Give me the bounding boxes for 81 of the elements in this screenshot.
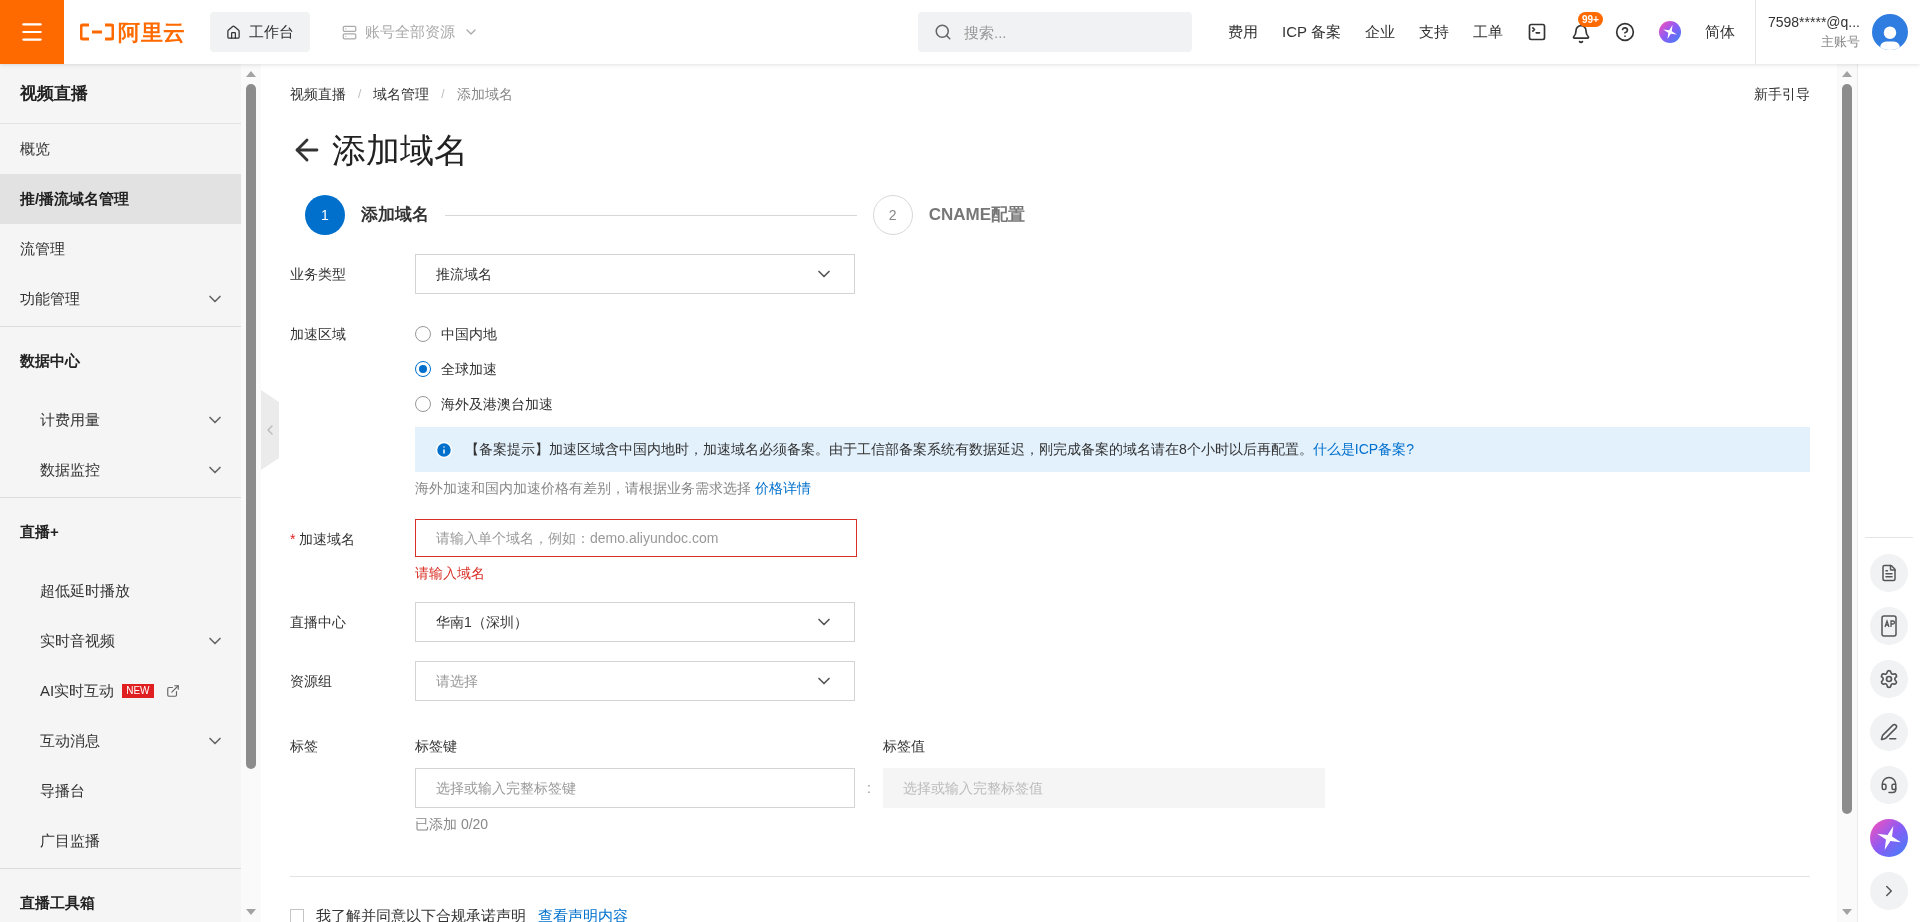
sidebar-item[interactable]: 超低延时播放 bbox=[0, 566, 241, 616]
scrollbar[interactable] bbox=[241, 64, 261, 922]
nav-link[interactable]: 企业 bbox=[1352, 20, 1407, 44]
notice-text: 【备案提示】加速区域含中国内地时，加速域名必须备案。由于工信部备案系统有数据延迟，刚完成备案的域名请在8个小时以后再配置。什么是ICP备案? bbox=[465, 440, 1414, 459]
sidebar-section-heading: 直播工具箱 bbox=[19, 892, 96, 913]
new-badge: NEW bbox=[122, 684, 154, 698]
field-label: 业务类型 bbox=[290, 264, 346, 284]
radio-option[interactable]: 中国内地 bbox=[415, 324, 497, 344]
step-label: CNAME配置 bbox=[928, 204, 1025, 227]
notification-bell-icon[interactable] bbox=[1570, 24, 1591, 44]
field-label: 直播中心 bbox=[290, 612, 346, 632]
scrollbar[interactable] bbox=[1837, 64, 1857, 922]
breadcrumb-link[interactable]: 域名管理 bbox=[373, 83, 430, 105]
breadcrumb-separator: / bbox=[441, 86, 445, 103]
breadcrumb-link[interactable]: 视频直播 bbox=[290, 83, 346, 105]
notification-badge: 99+ bbox=[1577, 12, 1603, 27]
page-title: 添加域名 bbox=[332, 129, 468, 171]
tag-count: 已添加 0/20 bbox=[415, 815, 490, 834]
ai-assistant-button-icon[interactable] bbox=[1870, 819, 1908, 857]
home-icon bbox=[225, 24, 241, 40]
logo-icon bbox=[80, 23, 114, 41]
sidebar-item[interactable]: 导播台 bbox=[0, 766, 241, 816]
breadcrumb-separator: / bbox=[358, 86, 362, 103]
search-icon bbox=[934, 23, 953, 41]
nav-link[interactable]: ICP 备案 bbox=[1270, 20, 1353, 44]
menu-button[interactable] bbox=[0, 0, 64, 64]
language-link[interactable]: 简体 bbox=[1692, 20, 1747, 44]
guide-link[interactable]: 新手引导 bbox=[1754, 83, 1810, 105]
radio-option[interactable]: 全球加速 bbox=[415, 359, 497, 379]
tag-key-header: 标签键 bbox=[415, 737, 458, 756]
sidebar-item[interactable]: 互动消息 bbox=[0, 716, 241, 766]
document-icon[interactable] bbox=[1880, 564, 1898, 582]
info-icon bbox=[435, 440, 453, 459]
sidebar-item[interactable]: 计费用量 bbox=[0, 395, 241, 445]
headset-icon[interactable] bbox=[1880, 776, 1898, 794]
sidebar-section-heading: 直播+ bbox=[19, 521, 60, 542]
field-label: 加速区域 bbox=[290, 324, 346, 344]
sidebar-item[interactable]: AI实时互动 NEW bbox=[0, 666, 241, 716]
agreement-checkbox[interactable] bbox=[290, 909, 304, 922]
tag-value-header: 标签值 bbox=[882, 737, 926, 756]
error-message: 请输入域名 bbox=[415, 564, 486, 583]
server-icon bbox=[341, 24, 357, 40]
search-field[interactable]: 搜索... bbox=[918, 12, 1193, 52]
sidebar-item[interactable]: 广目监播 bbox=[0, 816, 241, 866]
sidebar-item[interactable]: 功能管理 bbox=[0, 274, 241, 324]
step-number: 2 bbox=[872, 195, 913, 235]
workbench-button[interactable]: 工作台 bbox=[209, 12, 310, 52]
required-mark: * bbox=[290, 529, 296, 549]
settings-icon[interactable] bbox=[1879, 669, 1899, 689]
sidebar-item[interactable]: 概览 bbox=[0, 124, 241, 174]
account-name[interactable]: 7598*****@q... bbox=[1767, 12, 1860, 32]
select-field[interactable]: 推流域名 bbox=[415, 254, 855, 294]
domain-input-field[interactable]: 请输入单个域名，例如：demo.aliyundoc.com bbox=[415, 519, 857, 557]
sidebar-item[interactable]: 推/播流域名管理 bbox=[0, 174, 241, 224]
help-icon[interactable] bbox=[1614, 22, 1635, 42]
account-role: 主账号 bbox=[1821, 33, 1860, 51]
tag-separator: : bbox=[867, 778, 871, 798]
nav-link[interactable]: 支持 bbox=[1406, 20, 1461, 44]
field-label: 标签 bbox=[290, 736, 318, 756]
sidebar-item[interactable]: 流管理 bbox=[0, 224, 241, 274]
field-label: 加速域名 bbox=[299, 529, 356, 549]
sidebar-section-heading: 数据中心 bbox=[19, 350, 81, 371]
step-label: 添加域名 bbox=[361, 204, 429, 227]
tag-key-field[interactable]: 选择或输入完整标签键 bbox=[415, 768, 855, 808]
step-number: 1 bbox=[305, 195, 345, 235]
nav-link[interactable]: 工单 bbox=[1460, 20, 1515, 44]
field-label: 资源组 bbox=[290, 671, 332, 691]
sidebar-item[interactable]: 实时音视频 bbox=[0, 616, 241, 666]
hint-text: 海外加速和国内加速价格有差别，请根据业务需求选择 价格详情 bbox=[415, 479, 812, 498]
price-details-link[interactable]: 价格详情 bbox=[754, 480, 811, 496]
nav-link[interactable]: 费用 bbox=[1216, 20, 1271, 44]
notice-link[interactable]: 什么是ICP备案? bbox=[1312, 441, 1414, 457]
ai-assistant-icon[interactable] bbox=[1658, 21, 1681, 43]
edit-icon[interactable] bbox=[1880, 723, 1898, 741]
api-doc-icon[interactable] bbox=[1879, 615, 1899, 637]
sidebar-item[interactable]: 数据监控 bbox=[0, 445, 241, 495]
breadcrumb-link[interactable]: 添加域名 bbox=[456, 83, 513, 105]
radio-option[interactable]: 海外及港澳台加速 bbox=[415, 394, 553, 414]
avatar-icon[interactable] bbox=[1872, 14, 1908, 50]
terminal-icon[interactable] bbox=[1526, 22, 1547, 42]
select-field[interactable]: 华南1（深圳） bbox=[415, 602, 855, 642]
